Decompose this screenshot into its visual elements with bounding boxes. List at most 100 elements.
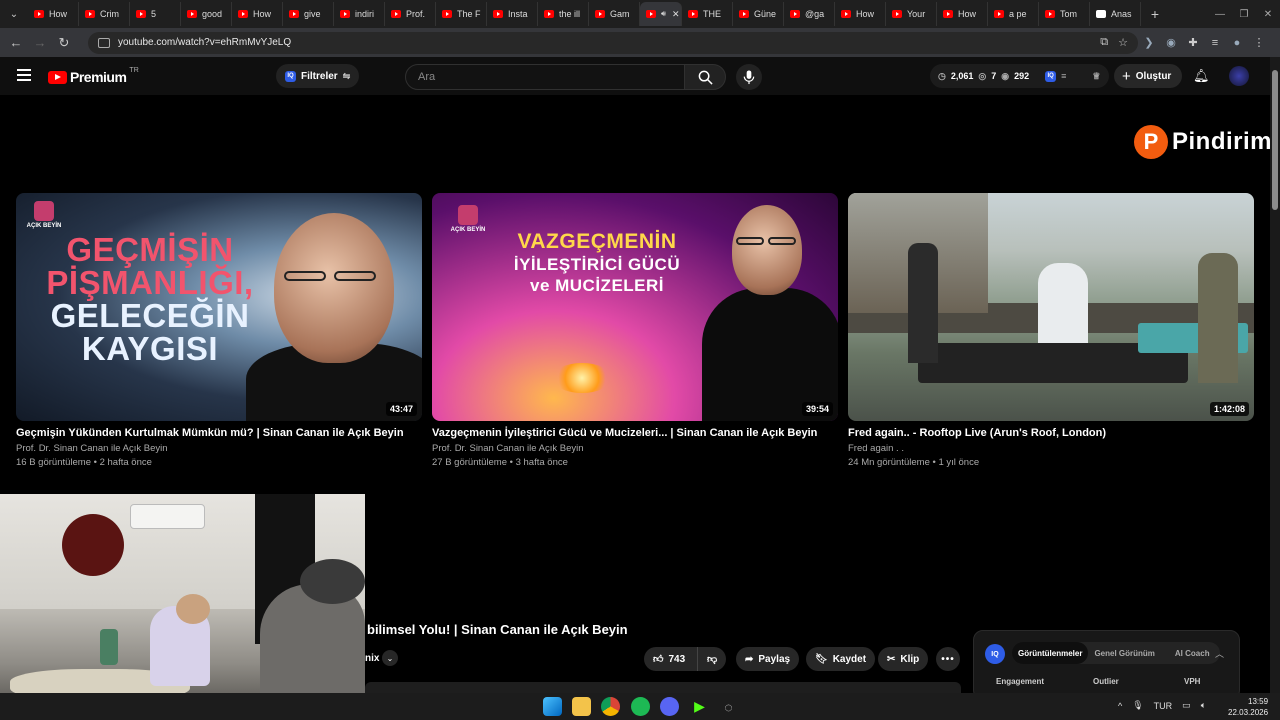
volume-icon[interactable]: 🔈︎ [1201, 700, 1206, 711]
clip-button[interactable]: ✂ Klip [878, 647, 929, 671]
windows-start-icon[interactable] [543, 697, 562, 716]
spotify-icon[interactable] [631, 697, 650, 716]
video-card[interactable]: AÇIK BEYİN VAZGEÇMENİN İYİLEŞTİRİCİ GÜCÜ… [432, 193, 838, 468]
youtube-icon [943, 10, 953, 18]
search-input[interactable]: Ara [405, 64, 685, 90]
list-icon[interactable]: ≡ [1061, 71, 1066, 81]
chevron-up-icon[interactable]: ^ [1118, 701, 1122, 711]
video-thumbnail[interactable]: 1:42:08 [848, 193, 1254, 421]
browser-tab[interactable]: 5 [130, 2, 181, 26]
tab-views[interactable]: Görüntülenmeler [1012, 642, 1089, 664]
browser-tab[interactable]: good [181, 2, 232, 26]
tab-close-icon[interactable]: ✕ [672, 9, 680, 20]
language-indicator[interactable]: TUR [1154, 701, 1173, 711]
chevron-down-icon[interactable]: ⌄ [382, 650, 398, 666]
chevron-up-icon[interactable]: ︿ [1215, 647, 1224, 660]
browser-tab[interactable]: How [937, 2, 988, 26]
new-tab-button[interactable]: + [1145, 6, 1165, 22]
like-button[interactable]: 👍︎ 743 [644, 647, 698, 671]
browser-tab[interactable]: How [28, 2, 79, 26]
browser-tab[interactable]: THE [682, 2, 733, 26]
extension-1-icon[interactable]: ❯ [1138, 36, 1160, 49]
video-channel[interactable]: Prof. Dr. Sinan Canan ile Açık Beyin [432, 443, 838, 454]
browser-tab[interactable]: Gam [589, 2, 640, 26]
video-card[interactable]: AÇIK BEYİN GEÇMİŞİN PİŞMANLIĞI, GELECEĞİ… [16, 193, 422, 468]
browser-tab[interactable]: @ga [784, 2, 835, 26]
extension-2-icon[interactable]: ◉ [1160, 36, 1182, 49]
reload-icon[interactable]: ↻ [52, 35, 76, 51]
notifications-bell-icon[interactable]: 🔔︎ [1193, 68, 1210, 84]
steam-icon[interactable]: ◌ [719, 697, 738, 716]
video-channel[interactable]: Fred again . . [848, 443, 1254, 454]
discord-icon[interactable] [660, 697, 679, 716]
minimize-icon[interactable]: — [1208, 9, 1232, 20]
dislike-button[interactable]: 👎︎ [697, 647, 727, 671]
browser-tab[interactable]: Crim [79, 2, 130, 26]
microphone-icon[interactable]: 🎙︎ [1132, 700, 1143, 711]
profile-avatar-icon[interactable]: ● [1226, 37, 1248, 49]
video-title[interactable]: Vazgeçmenin İyileştirici Gücü ve Mucizel… [432, 427, 838, 439]
video-title[interactable]: Geçmişin Yükünden Kurtulmak Mümkün mü? |… [16, 427, 422, 439]
tab-ai-coach[interactable]: AI Coach [1169, 642, 1216, 664]
youtube-premium-logo[interactable]: Premium TR [48, 67, 139, 85]
browser-tab[interactable]: How [835, 2, 886, 26]
video-card[interactable]: 1:42:08 Fred again.. - Rooftop Live (Aru… [848, 193, 1254, 468]
site-info-icon[interactable] [98, 37, 110, 48]
extensions-puzzle-icon[interactable]: ✚ [1182, 36, 1204, 49]
browser-tab[interactable]: a pe [988, 2, 1039, 26]
save-button[interactable]: 🔖︎ Kaydet [806, 647, 876, 671]
filters-button[interactable]: IQ Filtreler ⇋ [276, 64, 360, 88]
video-title[interactable]: Fred again.. - Rooftop Live (Arun's Roof… [848, 427, 1254, 439]
browser-tab[interactable]: Your [886, 2, 937, 26]
network-icon[interactable]: ▭ [1182, 700, 1191, 711]
tab-audio-icon[interactable]: 🔊︎ [661, 9, 666, 19]
browser-menu-icon[interactable]: ⋮ [1248, 36, 1270, 49]
file-explorer-icon[interactable] [572, 697, 591, 716]
maximize-icon[interactable]: ❐ [1232, 9, 1256, 20]
browser-tab[interactable]: 🔊︎ ✕ [640, 2, 682, 26]
guide-menu-icon[interactable] [17, 69, 31, 84]
avatar[interactable] [1229, 66, 1249, 86]
close-window-icon[interactable]: ✕ [1256, 9, 1280, 20]
watermark-logo: P [1134, 125, 1168, 159]
chrome-icon[interactable] [601, 697, 620, 716]
video-thumbnail[interactable]: AÇIK BEYİN GEÇMİŞİN PİŞMANLIĞI, GELECEĞİ… [16, 193, 422, 421]
bookmark-star-icon[interactable]: ☆ [1118, 36, 1128, 49]
page-scrollbar-thumb[interactable] [1272, 70, 1278, 210]
tab-overview[interactable]: Genel Görünüm [1088, 642, 1160, 664]
share-button[interactable]: ➦ Paylaş [736, 647, 800, 671]
browser-tab[interactable]: Anas [1090, 2, 1141, 26]
video-thumbnail[interactable]: AÇIK BEYİN VAZGEÇMENİN İYİLEŞTİRİCİ GÜCÜ… [432, 193, 838, 421]
more-actions-button[interactable]: ••• [936, 647, 960, 671]
search-icon [698, 70, 713, 85]
browser-tab[interactable]: the ill [538, 2, 589, 26]
browser-tab[interactable]: Prof. [385, 2, 436, 26]
clock[interactable]: 13:59 22.03.2026 [1228, 696, 1268, 718]
install-app-icon[interactable]: ⧉ [1100, 36, 1108, 49]
remix-label[interactable]: nix [365, 653, 379, 664]
clip-label: Klip [900, 653, 920, 665]
tab-search-chevron-icon[interactable]: ⌄ [0, 0, 28, 28]
voice-search-button[interactable] [736, 64, 762, 90]
create-button[interactable]: + Oluştur [1114, 64, 1183, 88]
address-bar[interactable]: youtube.com/watch?v=ehRmMvYJeLQ ⧉ ☆ [88, 31, 1138, 54]
forward-icon[interactable]: → [28, 35, 52, 50]
iq-badge-icon[interactable]: IQ [1045, 70, 1057, 82]
browser-tab[interactable]: Tom [1039, 2, 1090, 26]
trophy-icon[interactable]: ♕ [1092, 71, 1100, 82]
video-channel[interactable]: Prof. Dr. Sinan Canan ile Açık Beyin [16, 443, 422, 454]
browser-tab[interactable]: Insta [487, 2, 538, 26]
person [1038, 263, 1088, 343]
browser-tab[interactable]: How [232, 2, 283, 26]
browser-tab[interactable]: indiri [334, 2, 385, 26]
kick-icon[interactable]: ▶ [690, 697, 709, 716]
youtube-icon [187, 10, 197, 18]
browser-tab[interactable]: Güne [733, 2, 784, 26]
youtube-icon [238, 10, 248, 18]
browser-tab[interactable]: give [283, 2, 334, 26]
reading-list-icon[interactable]: ≡ [1204, 37, 1226, 49]
search-button[interactable] [684, 64, 726, 90]
browser-tab[interactable]: The F [436, 2, 487, 26]
iq-stats-pill[interactable]: ◷ 2,061 ◎ 7 ◉ 292 IQ ≡ ♕ [930, 64, 1109, 88]
back-icon[interactable]: ← [4, 35, 28, 50]
